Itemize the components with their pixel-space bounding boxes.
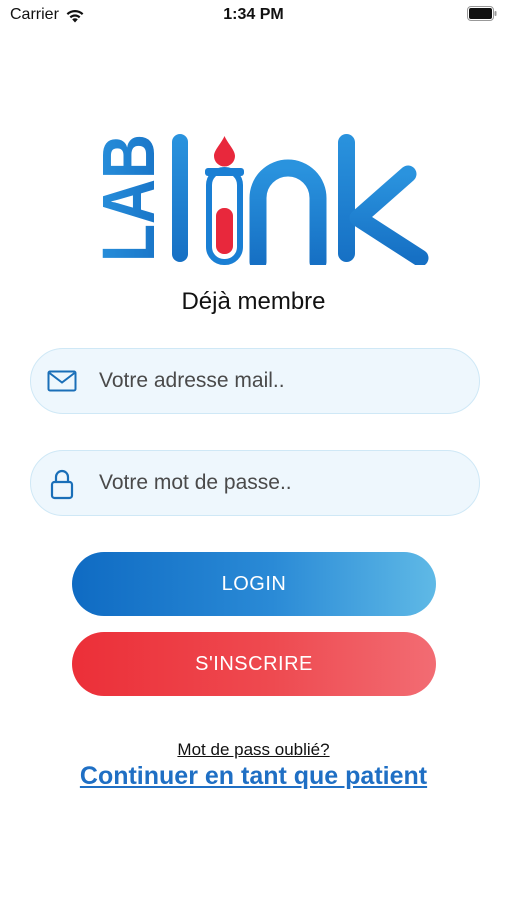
svg-text:LAB: LAB xyxy=(87,134,170,262)
status-time: 1:34 PM xyxy=(223,6,284,23)
password-field[interactable] xyxy=(30,450,480,516)
lablink-logo: LAB link xyxy=(70,130,440,265)
forgot-password-link[interactable]: Mot de pass oublié? xyxy=(177,740,329,759)
battery-icon xyxy=(467,6,497,21)
continue-as-patient-row: Continuer en tant que patient xyxy=(0,762,507,791)
login-button[interactable]: LOGIN xyxy=(72,552,436,616)
email-field[interactable] xyxy=(30,348,480,414)
email-input[interactable] xyxy=(99,349,459,413)
password-input[interactable] xyxy=(99,451,459,515)
continue-as-patient-link[interactable]: Continuer en tant que patient xyxy=(80,762,427,790)
status-bar: Carrier 1:34 PM xyxy=(0,0,507,32)
page-title: Déjà membre xyxy=(181,288,326,315)
envelope-icon xyxy=(47,369,77,395)
forgot-password-row: Mot de pass oublié? xyxy=(0,740,507,760)
signup-button[interactable]: S'INSCRIRE xyxy=(72,632,436,696)
lock-icon xyxy=(47,468,77,500)
